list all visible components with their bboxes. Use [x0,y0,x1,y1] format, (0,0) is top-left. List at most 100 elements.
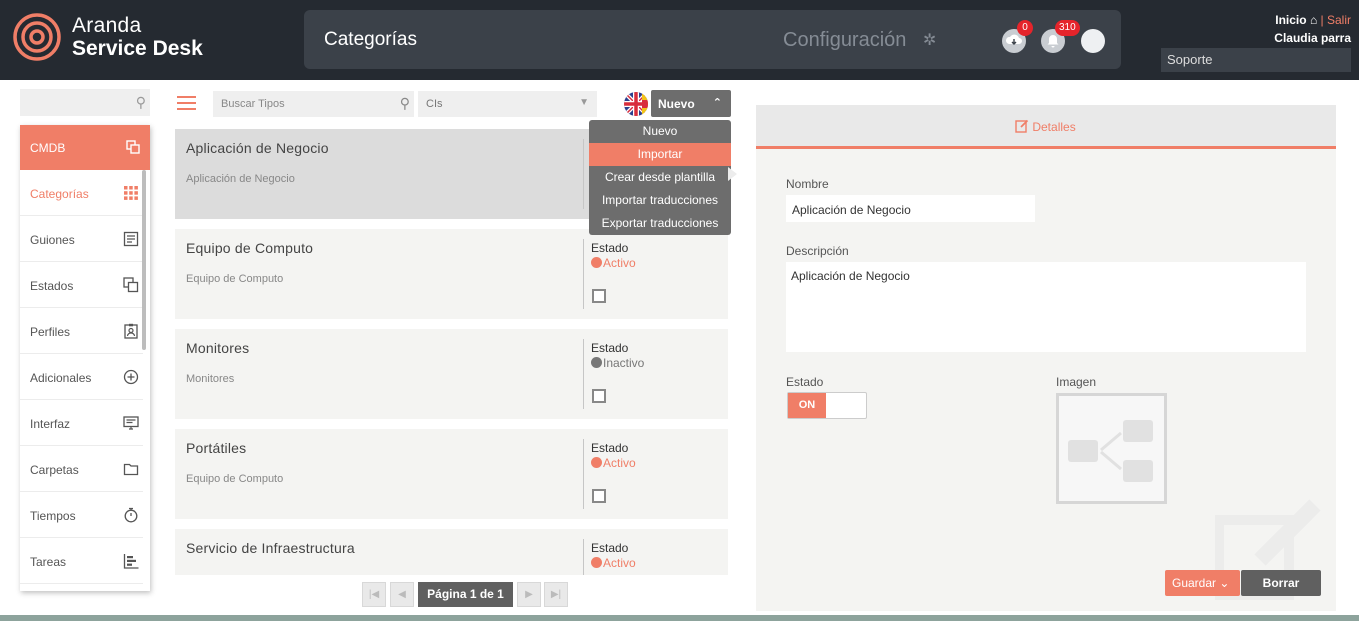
detail-tabs: Detalles [756,105,1336,149]
sidebar-item-guiones[interactable]: Guiones [20,216,143,262]
monitor-icon [123,416,139,430]
ci-type-select[interactable]: CIs ▼ [418,91,597,117]
sidebar-item-categorias[interactable]: Categorías [20,170,143,216]
gear-icon[interactable]: ✲ [923,30,936,50]
divider [583,439,584,509]
category-description: Equipo de Computo [186,473,284,485]
nombre-label: Nombre [786,177,829,191]
sidebar: CMDB Categorías Guiones Estados Perfiles… [20,125,150,591]
estado-label: Estado [591,541,629,555]
divider [583,239,584,309]
download-badge: 0 [1017,20,1033,36]
copy-icon [123,277,139,293]
imagen-label: Imagen [1056,375,1097,389]
divider [583,539,584,575]
copy-icon [126,140,140,154]
descripcion-label: Descripción [786,244,849,258]
stopwatch-icon [124,507,138,523]
category-name: Equipo de Computo [186,240,314,256]
select-checkbox[interactable] [592,489,606,503]
nuevo-button[interactable]: Nuevo ⌃ [651,90,731,117]
menu-icon[interactable] [177,96,196,114]
category-description: Aplicación de Negocio [186,173,295,185]
menu-item-importar[interactable]: Importar [589,143,731,166]
header-links: Inicio ⌂ | Salir [1275,13,1351,27]
menu-item-crear-plantilla[interactable]: Crear desde plantilla [589,166,731,189]
estado-label: Estado [591,441,629,455]
next-page-button[interactable]: ▶ [517,582,541,607]
category-card[interactable]: Portátiles Equipo de Computo Estado Acti… [175,429,728,519]
category-name: Aplicación de Negocio [186,140,329,156]
plus-circle-icon [123,369,139,385]
diagram-icon [1068,420,1153,482]
sidebar-item-adicionales[interactable]: Adicionales [20,354,143,400]
status-badge: Activo [591,256,636,270]
estado-label: Estado [786,375,824,389]
sidebar-item-tareas[interactable]: Tareas [20,538,143,584]
page-title: Categorías [324,29,417,50]
selection-pointer [728,167,737,181]
project-select[interactable]: Soporte [1161,48,1351,72]
last-page-button[interactable]: ▶| [544,582,568,607]
estado-label: Estado [591,341,629,355]
estado-label: Estado [591,241,629,255]
tasks-icon [123,554,139,569]
chevron-up-icon: ⌃ [712,97,722,109]
chevron-down-icon: ▼ [579,97,589,108]
page-indicator: Página 1 de 1 [418,582,513,607]
status-badge: Activo [591,456,636,470]
salir-link[interactable]: Salir [1327,13,1351,27]
bottom-bar [0,615,1359,621]
prev-page-button[interactable]: ◀ [390,582,414,607]
sidebar-scrollbar[interactable] [142,170,146,350]
home-icon[interactable]: ⌂ [1310,13,1317,27]
status-badge: Inactivo [591,356,644,370]
profile-icon [124,323,138,339]
status-badge: Activo [591,556,636,570]
category-card[interactable]: Monitores Monitores Estado Inactivo [175,329,728,419]
brand-name: Aranda Service Desk [72,14,203,60]
inicio-link[interactable]: Inicio [1275,13,1306,27]
sidebar-item-interfaz[interactable]: Interfaz [20,400,143,446]
menu-item-exportar-traducciones[interactable]: Exportar traducciones [589,212,731,235]
sidebar-item-tiempos[interactable]: Tiempos [20,492,143,538]
sidebar-search-input[interactable]: ⚲ [20,89,150,116]
config-link[interactable]: Configuración [783,29,906,52]
top-bar: Aranda Service Desk Categorías Configura… [0,0,1359,80]
select-checkbox[interactable] [592,289,606,303]
divider [583,339,584,409]
tab-detalles[interactable]: Detalles [1015,119,1076,134]
sidebar-header-cmdb[interactable]: CMDB [20,125,150,170]
image-placeholder[interactable] [1056,393,1167,504]
avatar[interactable] [1081,29,1105,53]
estado-toggle[interactable]: ON [787,392,867,419]
language-flag-icon[interactable] [624,92,648,116]
nombre-field[interactable]: Aplicación de Negocio [786,195,1035,222]
category-card[interactable]: Equipo de Computo Equipo de Computo Esta… [175,229,728,319]
category-description: Monitores [186,373,235,385]
sidebar-item-perfiles[interactable]: Perfiles [20,308,143,354]
borrar-button[interactable]: Borrar [1241,570,1321,596]
search-icon: ⚲ [135,94,146,110]
user-name: Claudia parra [1274,31,1351,45]
sidebar-item-estados[interactable]: Estados [20,262,143,308]
edit-icon [1015,119,1029,133]
title-bar: Categorías Configuración ✲ 0 310 [304,10,1121,69]
category-description: Equipo de Computo [186,273,284,285]
menu-item-nuevo[interactable]: Nuevo [589,120,731,143]
category-card[interactable]: Servicio de Infraestructura Estado Activ… [175,529,728,575]
descripcion-textarea[interactable]: Aplicación de Negocio [786,262,1306,352]
search-icon[interactable]: ⚲ [400,95,410,112]
select-checkbox[interactable] [592,389,606,403]
chevron-down-icon: ⌄ [1219,576,1230,590]
guardar-button[interactable]: Guardar ⌄ [1165,570,1240,596]
first-page-button[interactable]: |◀ [362,582,386,607]
divider [583,139,584,209]
sidebar-item-carpetas[interactable]: Carpetas [20,446,143,492]
grid-icon [124,186,138,200]
aranda-logo-icon [13,13,61,61]
menu-item-importar-traducciones[interactable]: Importar traducciones [589,189,731,212]
category-name: Portátiles [186,440,247,456]
search-tipos-input[interactable]: Buscar Tipos ⚲ [213,91,414,117]
folder-icon [123,463,139,476]
